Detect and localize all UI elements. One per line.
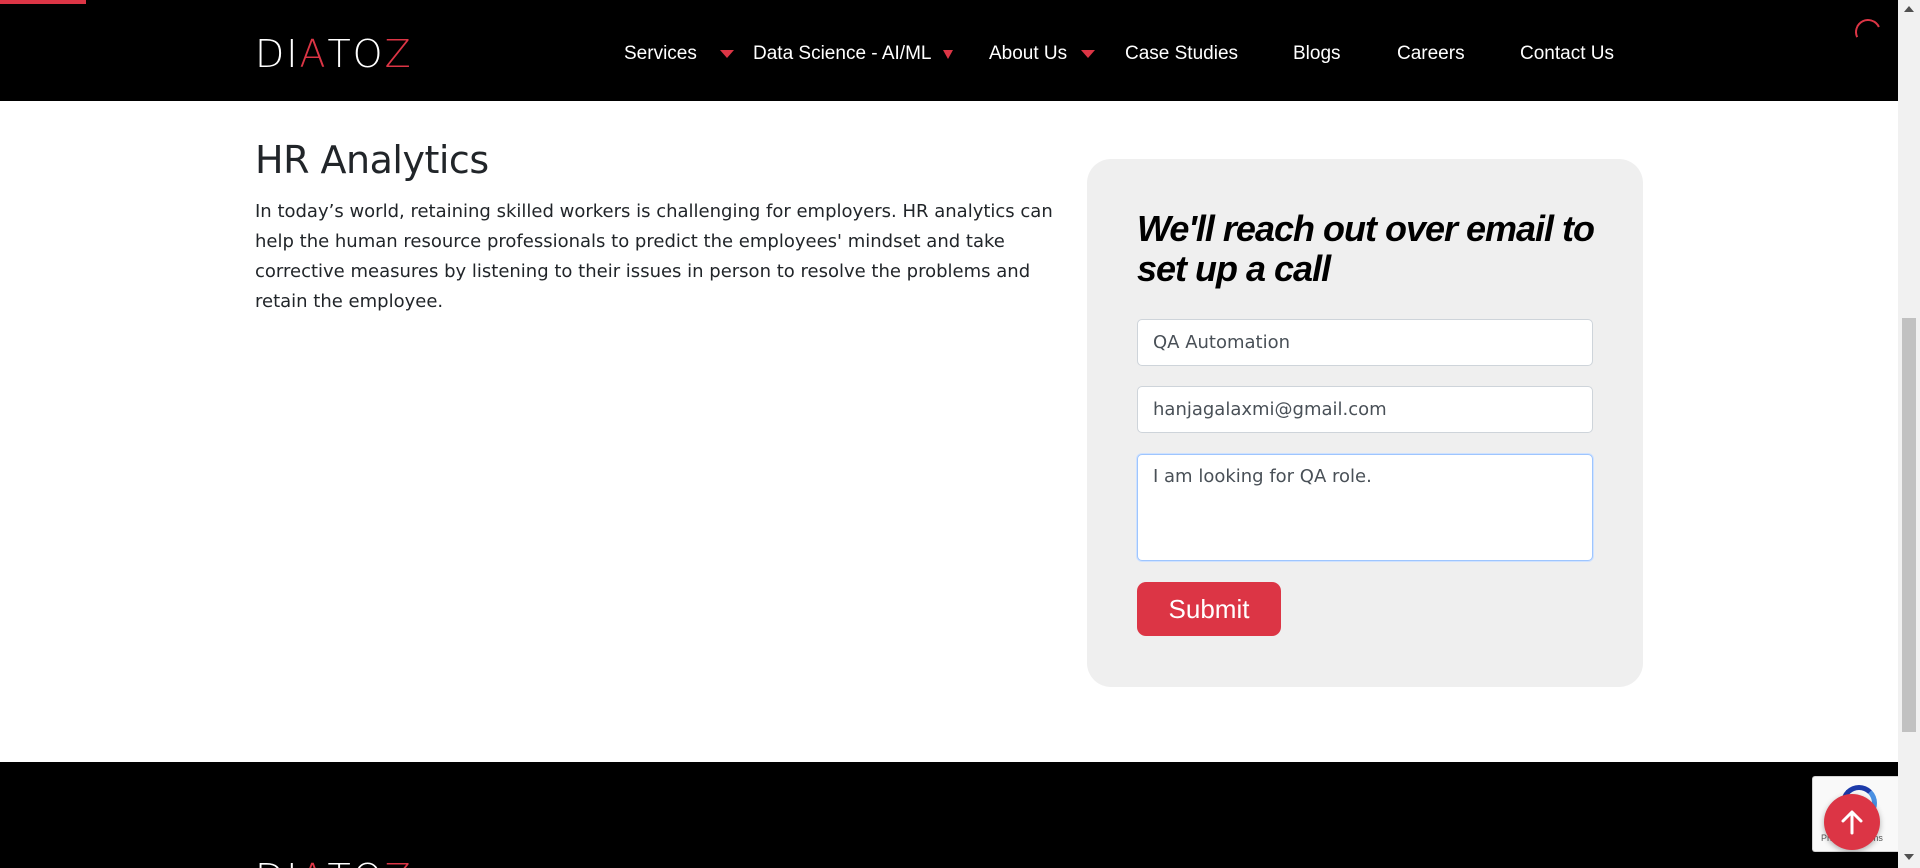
nav-item-label: Careers xyxy=(1397,43,1465,64)
logo-text-part: Z xyxy=(384,32,413,76)
scroll-down-icon[interactable] xyxy=(1904,854,1914,860)
logo-text-part: TO xyxy=(327,858,384,868)
back-to-top-button[interactable] xyxy=(1824,794,1880,850)
site-header: DI A TO Z Services Data Science - AI/ML Abo… xyxy=(0,0,1898,101)
logo-text-part: Z xyxy=(385,858,413,868)
page-load-progress-bar xyxy=(0,0,86,4)
nav-item-services[interactable]: Services xyxy=(624,40,734,68)
nav-item-careers[interactable]: Careers xyxy=(1397,40,1465,68)
submit-button[interactable]: Submit xyxy=(1137,582,1281,636)
nav-item-label: Data Science - AI/ML xyxy=(753,43,932,64)
diatoz-logo[interactable]: DI A TO Z xyxy=(255,34,413,74)
nav-item-contact-us[interactable]: Contact Us xyxy=(1520,40,1614,68)
nav-item-label: About Us xyxy=(989,43,1068,64)
name-field[interactable]: QA Automation xyxy=(1137,319,1593,366)
nav-item-label: Services xyxy=(624,43,697,64)
logo-text-part: TO xyxy=(327,32,385,76)
caret-down-icon xyxy=(719,50,734,58)
arrow-up-icon xyxy=(1841,810,1863,835)
nav-item-blogs[interactable]: Blogs xyxy=(1293,40,1341,68)
logo-text-part: A xyxy=(299,32,328,76)
nav-item-case-studies[interactable]: Case Studies xyxy=(1125,40,1238,68)
page-title: HR Analytics xyxy=(255,138,489,182)
logo-text-part: A xyxy=(299,858,327,868)
vertical-scrollbar[interactable] xyxy=(1898,0,1920,868)
contact-form-card: We'll reach out over email to set up a c… xyxy=(1087,159,1643,687)
nav-item-data-science[interactable]: Data Science - AI/ML xyxy=(753,40,954,68)
logo-text-part: DI xyxy=(255,32,300,76)
scroll-up-icon[interactable] xyxy=(1904,6,1914,12)
page-description: In today’s world, retaining skilled work… xyxy=(255,201,1053,312)
nav-item-label: Blogs xyxy=(1293,43,1341,64)
nav-item-about-us[interactable]: About Us xyxy=(989,40,1096,68)
scrollbar-thumb[interactable] xyxy=(1902,318,1916,732)
spinner-icon xyxy=(1851,15,1885,49)
caret-down-icon xyxy=(1081,50,1096,58)
message-field[interactable]: I am looking for QA role. xyxy=(1137,454,1593,561)
email-field[interactable]: hanjagalaxmi@gmail.com xyxy=(1137,386,1593,433)
form-title: We'll reach out over email to set up a c… xyxy=(1137,208,1595,289)
nav-item-label: Case Studies xyxy=(1125,43,1239,64)
caret-down-icon xyxy=(943,49,954,59)
footer-logo[interactable]: DIATOZ xyxy=(255,858,413,868)
site-footer: DIATOZ xyxy=(0,762,1898,868)
logo-text-part: DI xyxy=(255,858,299,868)
nav-item-label: Contact Us xyxy=(1520,43,1614,64)
